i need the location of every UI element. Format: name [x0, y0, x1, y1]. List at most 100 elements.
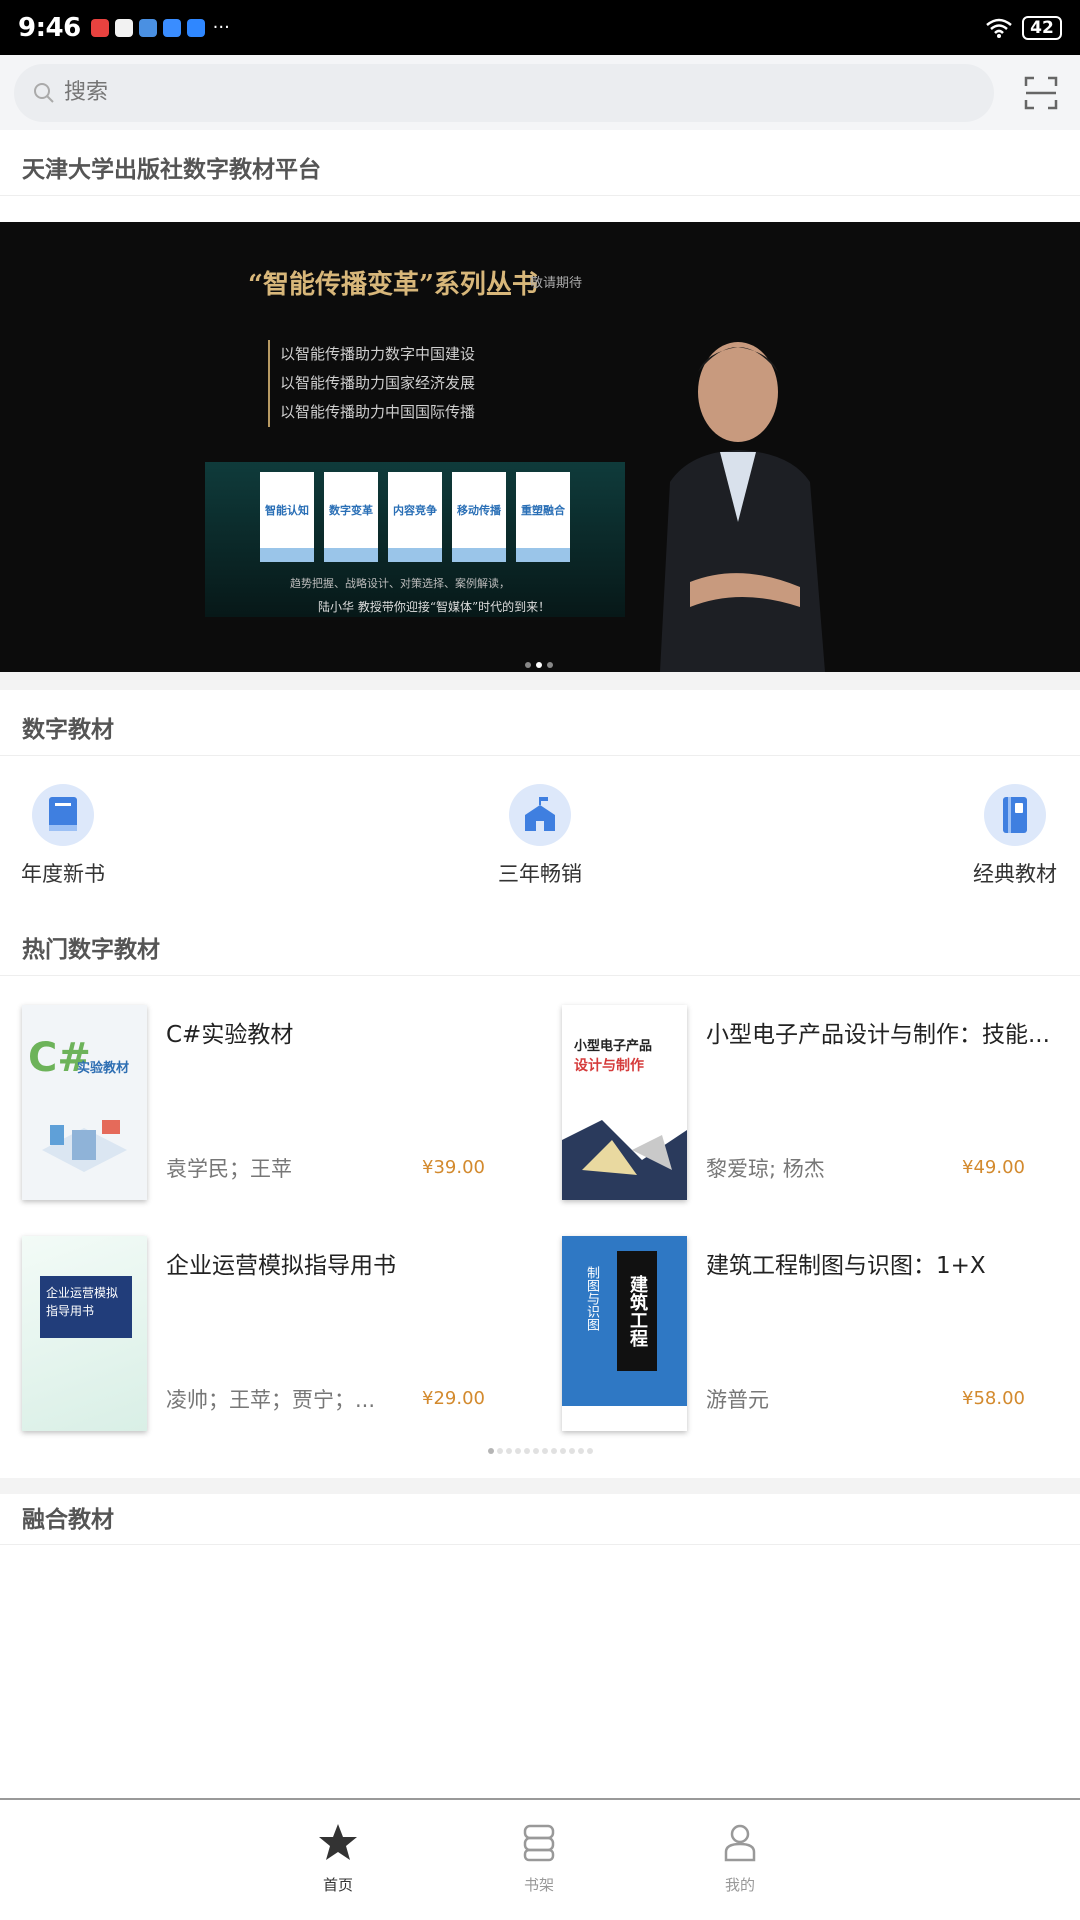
- book-price: ¥58.00: [962, 1388, 1025, 1409]
- star-icon: [319, 1824, 357, 1860]
- pager-dot: [524, 1448, 530, 1454]
- divider: [0, 755, 1080, 756]
- category-label: 三年畅销: [498, 862, 582, 886]
- divider: [0, 1544, 1080, 1545]
- hot-books-pager: [488, 1448, 593, 1454]
- person-icon: [724, 1824, 756, 1862]
- section-gap: [0, 672, 1080, 690]
- app-notification-icon: [90, 18, 109, 37]
- book-card[interactable]: 建筑工程 制图与识图 建筑工程制图与识图：1+X 游普元 ¥58.00: [562, 1236, 1080, 1436]
- book-price: ¥49.00: [962, 1157, 1025, 1178]
- book-author: 游普元: [706, 1388, 769, 1412]
- pager-dot: [560, 1448, 566, 1454]
- nav-label: 首页: [322, 1876, 353, 1894]
- book-cover: 企业运营模拟 指导用书: [22, 1236, 147, 1431]
- carousel-dot: [525, 662, 531, 668]
- status-time: 9:46: [18, 12, 81, 43]
- carousel-dot: [547, 662, 553, 668]
- cloud-icon: [162, 18, 181, 37]
- banner-book: 数字变革: [324, 472, 378, 562]
- nav-bookshelf[interactable]: 书架: [489, 1822, 589, 1895]
- section-title-digital: 数字教材: [22, 717, 114, 743]
- banner-slogans: 以智能传播助力数字中国建设 以智能传播助力国家经济发展 以智能传播助力中国国际传…: [268, 340, 475, 427]
- scan-icon[interactable]: [1024, 76, 1058, 110]
- notification-icons: [90, 18, 205, 37]
- book-author: 黎爱琼; 杨杰: [706, 1157, 825, 1181]
- pager-dot: [551, 1448, 557, 1454]
- category-new-books[interactable]: 年度新书: [8, 784, 118, 888]
- section-title-fusion: 融合教材: [22, 1507, 114, 1533]
- pager-dot: [497, 1448, 503, 1454]
- nav-profile[interactable]: 我的: [690, 1822, 790, 1895]
- banner-book: 内容竞争: [388, 472, 442, 562]
- book-author: 袁学民；王苹: [166, 1157, 292, 1181]
- book-card[interactable]: 小型电子产品 设计与制作 小型电子产品设计与制作：技能... 黎爱琼; 杨杰 ¥…: [562, 1005, 1080, 1205]
- book-icon: [32, 784, 94, 846]
- app-notification-icon: [138, 18, 157, 37]
- banner-book: 智能认知: [260, 472, 314, 562]
- section-gap: [0, 1478, 1080, 1494]
- book-cover: 小型电子产品 设计与制作: [562, 1005, 687, 1200]
- pager-dot: [542, 1448, 548, 1454]
- bookshelf-icon: [523, 1824, 555, 1862]
- divider: [0, 195, 1080, 196]
- divider: [0, 975, 1080, 976]
- pager-dot: [587, 1448, 593, 1454]
- notebook-icon: [984, 784, 1046, 846]
- carousel-indicator: [525, 662, 553, 668]
- pager-dot: [506, 1448, 512, 1454]
- school-icon: [509, 784, 571, 846]
- search-app-icon: [186, 18, 205, 37]
- book-card[interactable]: 企业运营模拟 指导用书 企业运营模拟指导用书 凌帅；王苹；贾宁；... ¥29.0…: [22, 1236, 542, 1436]
- pager-dot-active: [488, 1448, 494, 1454]
- banner-book-series: 智能认知 数字变革 内容竞争 移动传播 重塑融合: [205, 462, 625, 617]
- banner-slogan: 以智能传播助力中国国际传播: [280, 403, 476, 421]
- book-title: 小型电子产品设计与制作：技能...: [706, 1022, 1050, 1048]
- book-cover: C# 实验教材: [22, 1005, 147, 1200]
- banner-vertical-text-decoration: [818, 262, 888, 392]
- banner-caption: 趋势把握、战略设计、对策选择、案例解读，: [290, 577, 510, 590]
- pager-dot: [515, 1448, 521, 1454]
- battery-level: 42: [1030, 17, 1054, 38]
- book-price: ¥29.00: [422, 1388, 485, 1409]
- search-input[interactable]: [64, 80, 664, 105]
- book-card[interactable]: C# 实验教材 C#实验教材 袁学民；王苹 ¥39.00: [22, 1005, 542, 1205]
- book-price: ¥39.00: [422, 1157, 485, 1178]
- banner-slogan: 以智能传播助力国家经济发展: [280, 374, 476, 392]
- category-bestsellers[interactable]: 三年畅销: [485, 784, 595, 888]
- nav-label: 书架: [523, 1876, 554, 1894]
- category-label: 经典教材: [973, 862, 1057, 886]
- banner-book: 移动传播: [452, 472, 506, 562]
- platform-title: 天津大学出版社数字教材平台: [22, 157, 321, 183]
- banner-book: 重塑融合: [516, 472, 570, 562]
- promo-banner[interactable]: “智能传播变革”系列丛书 敬请期待 以智能传播助力数字中国建设 以智能传播助力国…: [0, 222, 1080, 672]
- wifi-icon: [986, 18, 1012, 38]
- more-notifications: ···: [212, 17, 230, 38]
- search-icon: [34, 82, 54, 103]
- banner-caption: 陆小华 教授带你迎接“智媒体”时代的到来！: [318, 600, 551, 614]
- pager-dot: [569, 1448, 575, 1454]
- pager-dot: [533, 1448, 539, 1454]
- nav-home[interactable]: 首页: [288, 1822, 388, 1895]
- banner-slogan: 以智能传播助力数字中国建设: [280, 345, 476, 363]
- book-title: 建筑工程制图与识图：1+X: [706, 1253, 986, 1279]
- author-portrait: [660, 342, 825, 672]
- search-row: [0, 55, 1080, 130]
- category-classics[interactable]: 经典教材: [960, 784, 1070, 888]
- banner-subtitle: 敬请期待: [530, 276, 583, 291]
- carousel-dot-active: [536, 662, 542, 668]
- search-bar[interactable]: [14, 63, 994, 122]
- book-cover: 建筑工程 制图与识图: [562, 1236, 687, 1431]
- category-label: 年度新书: [21, 862, 105, 886]
- book-title: 企业运营模拟指导用书: [166, 1253, 396, 1279]
- section-title-hot: 热门数字教材: [22, 937, 160, 963]
- status-bar: 9:46 ··· 42: [0, 0, 1080, 55]
- bottom-navigation: 首页 书架 我的: [0, 1798, 1080, 1920]
- nav-label: 我的: [724, 1876, 755, 1894]
- pager-dot: [578, 1448, 584, 1454]
- app-notification-icon: [114, 18, 133, 37]
- battery-indicator: 42: [1022, 15, 1062, 40]
- banner-title: “智能传播变革”系列丛书: [248, 270, 538, 300]
- book-title: C#实验教材: [166, 1022, 294, 1048]
- book-author: 凌帅；王苹；贾宁；...: [166, 1388, 376, 1412]
